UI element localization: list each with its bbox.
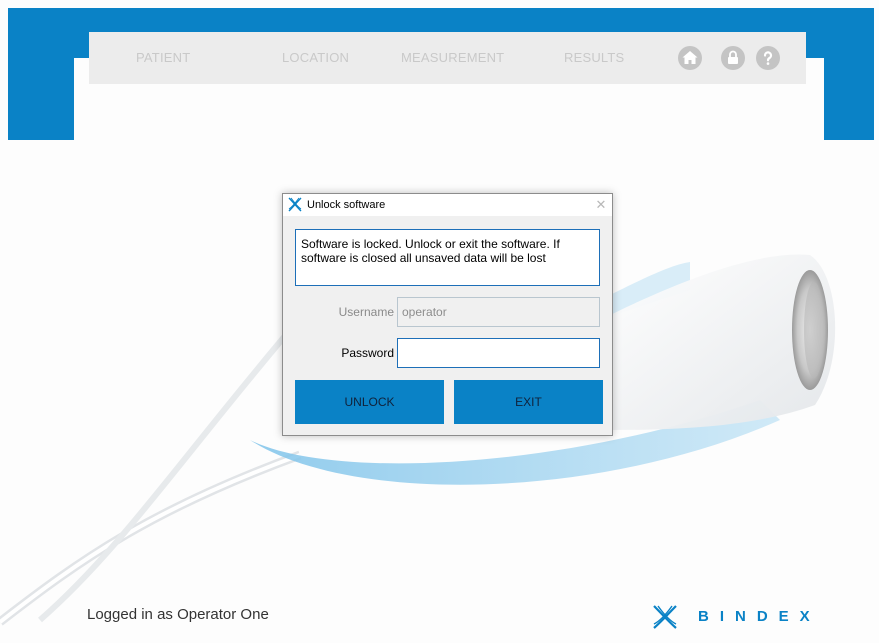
exit-button[interactable]: EXIT xyxy=(454,380,603,424)
dialog-title: Unlock software xyxy=(307,199,386,211)
password-field[interactable] xyxy=(397,338,600,368)
unlock-button[interactable]: UNLOCK xyxy=(295,380,444,424)
bindex-mark-icon xyxy=(653,605,677,629)
lock-icon[interactable] xyxy=(721,46,745,70)
nav-tab-patient[interactable]: PATIENT xyxy=(136,32,190,84)
help-icon[interactable] xyxy=(756,46,780,70)
app-window: PATIENT LOCATION MEASUREMENT RESULTS Unl… xyxy=(0,0,879,643)
close-icon[interactable]: ✕ xyxy=(593,194,609,216)
lock-message: Software is locked. Unlock or exit the s… xyxy=(295,229,600,286)
home-icon[interactable] xyxy=(678,46,702,70)
nav-tab-results[interactable]: RESULTS xyxy=(564,32,624,84)
brand-name: BINDEX xyxy=(698,608,821,625)
nav-tab-measurement[interactable]: MEASUREMENT xyxy=(401,32,504,84)
password-label: Password xyxy=(341,346,394,360)
username-label: Username xyxy=(338,305,394,319)
username-field[interactable] xyxy=(397,297,600,327)
login-status: Logged in as Operator One xyxy=(87,606,269,623)
unlock-dialog: Unlock software ✕ Software is locked. Un… xyxy=(282,193,613,436)
nav-tab-location[interactable]: LOCATION xyxy=(282,32,349,84)
dialog-titlebar: Unlock software ✕ xyxy=(283,194,612,216)
bindex-logo-icon xyxy=(288,197,302,212)
top-navigation: PATIENT LOCATION MEASUREMENT RESULTS xyxy=(89,32,806,84)
